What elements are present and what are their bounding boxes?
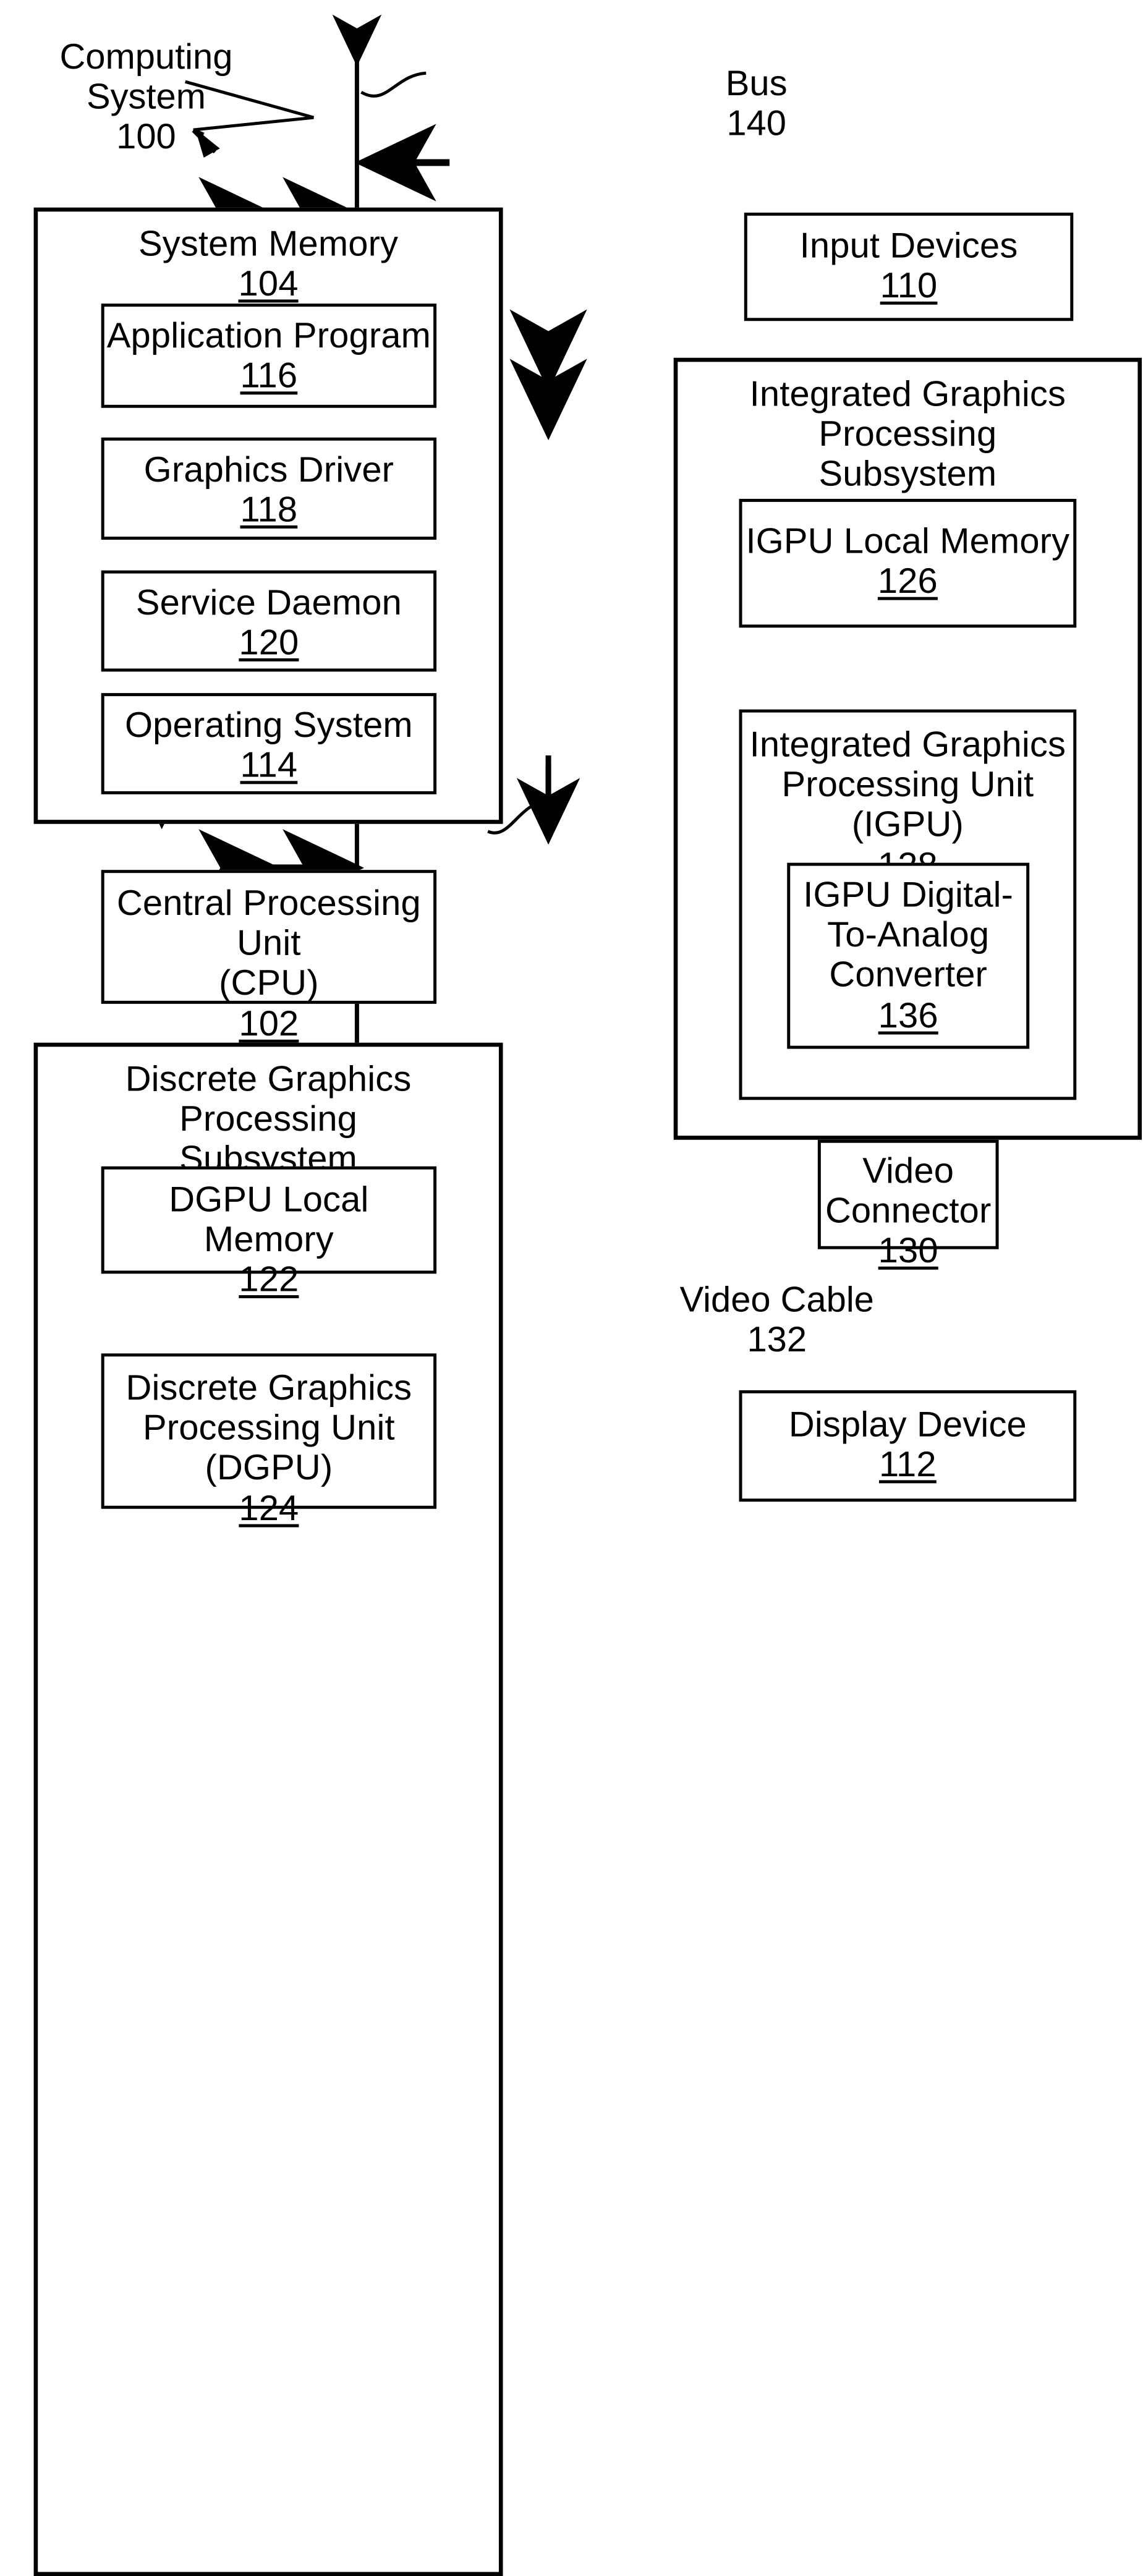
service-daemon-title: Service Daemon xyxy=(135,582,402,623)
application-program-title: Application Program xyxy=(106,315,431,356)
bus-leader xyxy=(360,71,427,98)
system-memory-number: 104 xyxy=(238,263,299,304)
video-cable-number: 132 xyxy=(747,1320,807,1360)
bus-label: Bus 140 xyxy=(674,64,838,144)
display-device-label-group: Display Device 112 xyxy=(742,1405,1074,1485)
igpu-dac-box: IGPU Digital- To-Analog Converter 136 xyxy=(787,862,1030,1049)
application-program-label-group: Application Program 116 xyxy=(104,316,433,396)
video-connector-box: Video Connector 130 xyxy=(817,1139,999,1271)
igpu-local-memory-label-group: IGPU Local Memory 126 xyxy=(742,521,1074,601)
input-devices-title: Input Devices xyxy=(799,226,1018,266)
computing-system-number: 100 xyxy=(116,117,176,157)
video-connector-label-group: Video Connector 130 xyxy=(821,1151,996,1271)
video-cable-text: Video Cable xyxy=(679,1280,874,1320)
cpu-number: 102 xyxy=(239,1003,299,1044)
display-device-box: Display Device 112 xyxy=(739,1390,1077,1502)
video-connector-number: 130 xyxy=(878,1231,938,1272)
igpu-dac-title-line1: IGPU Digital- xyxy=(803,875,1014,915)
operating-system-box: Operating System 114 xyxy=(101,693,437,794)
cpu-title-line2: (CPU) xyxy=(219,963,319,1003)
video-connector-title-line2: Connector xyxy=(825,1191,992,1231)
computing-system-label: Computing System 100 xyxy=(8,37,284,157)
graphics-driver-box: Graphics Driver 118 xyxy=(101,437,437,540)
dgpu-label-group: Discrete Graphics Processing Unit (DGPU)… xyxy=(104,1368,433,1528)
display-device-number: 112 xyxy=(878,1444,937,1485)
dgpu-box: Discrete Graphics Processing Unit (DGPU)… xyxy=(101,1353,437,1528)
dgpu-title-line3: (DGPU) xyxy=(205,1448,333,1488)
computing-system-line1: Computing xyxy=(59,36,233,77)
igpu-dac-number: 136 xyxy=(878,995,938,1035)
igpu-title-line2: Processing Unit (IGPU) xyxy=(781,765,1034,845)
dgpu-title-line1: Discrete Graphics xyxy=(125,1367,412,1408)
cpu-box: Central Processing Unit (CPU) 102 xyxy=(101,870,437,1044)
igpu-local-memory-box: IGPU Local Memory 126 xyxy=(739,498,1077,628)
system-memory-title-group: System Memory 104 xyxy=(38,224,499,304)
igpu-title-line1: Integrated Graphics xyxy=(749,725,1066,765)
display-device-title: Display Device xyxy=(788,1405,1027,1445)
operating-system-title: Operating System xyxy=(124,705,413,746)
video-connector-title-line1: Video xyxy=(862,1150,954,1191)
igpu-dac-title-line3: Converter xyxy=(829,955,988,995)
application-program-number: 116 xyxy=(240,355,298,396)
graphics-driver-label-group: Graphics Driver 118 xyxy=(104,450,433,530)
igpu-dac-label-group: IGPU Digital- To-Analog Converter 136 xyxy=(790,875,1026,1035)
computing-system-line2: System xyxy=(86,77,206,117)
dgpu-subsystem-title-line1: Discrete Graphics Processing xyxy=(125,1059,412,1139)
dgpu-local-memory-number: 122 xyxy=(239,1259,299,1300)
igpu-subsystem-title-line1: Integrated Graphics Processing xyxy=(749,374,1066,454)
cpu-title-line1: Central Processing Unit xyxy=(116,883,421,963)
graphics-driver-number: 118 xyxy=(240,490,298,530)
figure-canvas: Computing System 100 Bus 140 System Memo… xyxy=(0,0,1142,2576)
service-daemon-box: Service Daemon 120 xyxy=(101,570,437,672)
bus-label-number: 140 xyxy=(726,103,786,143)
igpu-dac-title-line2: To-Analog xyxy=(827,915,990,955)
graphics-driver-title: Graphics Driver xyxy=(143,449,394,490)
igpu-local-memory-title: IGPU Local Memory xyxy=(746,521,1070,561)
dgpu-local-memory-box: DGPU Local Memory 122 xyxy=(101,1166,437,1299)
dgpu-title-line2: Processing Unit xyxy=(142,1408,395,1448)
service-daemon-label-group: Service Daemon 120 xyxy=(104,583,433,663)
dgpu-number: 124 xyxy=(239,1487,299,1528)
bus-label-text: Bus xyxy=(725,63,788,104)
service-daemon-number: 120 xyxy=(239,623,299,663)
operating-system-number: 114 xyxy=(240,745,298,786)
dgpu-local-memory-title: DGPU Local Memory xyxy=(169,1180,369,1260)
video-cable-label: Video Cable 132 xyxy=(644,1280,910,1360)
application-program-box: Application Program 116 xyxy=(101,304,437,408)
igpu-subsystem-title-line2: Subsystem xyxy=(818,454,997,495)
input-devices-number: 110 xyxy=(880,266,938,306)
input-devices-label-group: Input Devices 110 xyxy=(747,226,1071,306)
cpu-label-group: Central Processing Unit (CPU) 102 xyxy=(104,883,433,1044)
igpu-label-group: Integrated Graphics Processing Unit (IGP… xyxy=(742,725,1074,885)
system-memory-title: System Memory xyxy=(138,224,399,264)
operating-system-label-group: Operating System 114 xyxy=(104,705,433,786)
input-devices-box: Input Devices 110 xyxy=(744,212,1074,321)
dgpu-local-memory-label-group: DGPU Local Memory 122 xyxy=(104,1180,433,1299)
igpu-local-memory-number: 126 xyxy=(877,561,938,601)
